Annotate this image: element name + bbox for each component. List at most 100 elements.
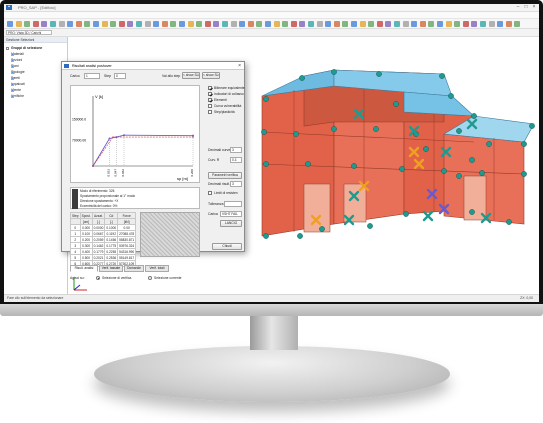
node-marker — [479, 170, 485, 176]
model-roof-right — [403, 91, 475, 117]
filter-label: Agisci su: — [70, 276, 85, 280]
node-marker — [423, 146, 429, 152]
node-marker — [319, 226, 325, 232]
option-checkbox[interactable] — [208, 92, 212, 96]
node-marker — [448, 93, 454, 99]
load-case-label: Carica — [208, 212, 218, 216]
close-button[interactable]: Chiudi — [212, 243, 242, 250]
node-marker — [261, 129, 267, 135]
option-label: Indicatori di collasso — [214, 92, 244, 96]
node-marker — [403, 211, 409, 217]
node-marker — [376, 71, 382, 77]
load-select[interactable]: 1 — [84, 73, 100, 79]
load-label: Carico — [70, 74, 80, 78]
option-checkbox[interactable] — [208, 110, 212, 114]
node-marker — [456, 173, 462, 179]
selection-current-radio[interactable] — [148, 276, 152, 280]
decimals-curve-input[interactable]: 3 — [230, 147, 242, 153]
decimals-curve-label: Decimali curve — [208, 148, 231, 152]
node-marker — [399, 166, 405, 172]
goto-step-label: Vai allo step — [162, 74, 181, 78]
app-window: ▪ PRO_SAP - [Edificio] – □ × FileModific… — [4, 4, 539, 302]
y-tick-label: 150000.0 — [72, 117, 86, 121]
results-tab[interactable]: Domande — [124, 265, 144, 272]
node-marker — [263, 161, 269, 167]
option-checkbox[interactable] — [208, 98, 212, 102]
curve-point — [92, 165, 94, 167]
node-marker — [299, 75, 305, 81]
results-tab[interactable]: Risult. analisi — [70, 265, 98, 272]
curve-r-label: Curv. R — [208, 158, 220, 162]
selection-verify-label: Selezione di verifica — [102, 276, 132, 280]
option-label: Elementi — [214, 98, 227, 102]
node-marker — [521, 171, 527, 177]
info-icon — [72, 189, 78, 209]
show-sld-button[interactable]: < show SLD — [182, 72, 200, 79]
node-marker — [506, 219, 512, 225]
dialog-close-icon[interactable]: × — [238, 62, 241, 70]
status-coordinates: ZX: 0,00 — [520, 296, 533, 300]
node-marker — [393, 101, 399, 107]
launch-button[interactable]: LANCIO — [220, 220, 242, 227]
node-marker — [486, 141, 492, 147]
info-line: Spostamento proporzionale al 1° modo — [80, 194, 136, 198]
decimals-results-input[interactable]: 3 — [230, 181, 242, 187]
step-results-table: Step Spost. Azzat. Cd Force [cm] [-] [-] [kN] 0 0.… — [70, 212, 137, 267]
x-axis-label: sp [m] — [177, 176, 188, 181]
curve-point — [192, 136, 194, 138]
curve-series — [92, 134, 194, 167]
resistance-limits-checkbox[interactable] — [208, 191, 212, 195]
tolerance-input[interactable] — [224, 201, 242, 207]
monitor-neck — [250, 316, 298, 350]
node-marker — [263, 96, 269, 102]
step-input[interactable]: 0 — [114, 73, 126, 79]
node-marker — [263, 233, 269, 239]
option-checkbox[interactable] — [208, 104, 212, 108]
selection-verify-radio[interactable] — [96, 276, 100, 280]
monitor-bezel: ▪ PRO_SAP - [Edificio] – □ × FileModific… — [0, 0, 543, 308]
model-column — [343, 183, 367, 223]
decimals-results-label: Decimali risult. — [208, 182, 231, 186]
results-tab[interactable]: Verif. totali — [145, 265, 169, 272]
node-marker — [373, 126, 379, 132]
dialog-title-text: Risultati analisi pushover — [72, 64, 112, 68]
node-marker — [331, 126, 337, 132]
option-checkbox[interactable] — [208, 86, 212, 90]
monitor-base — [94, 346, 450, 402]
info-line: Modo di riferimento: 326 — [80, 189, 115, 193]
node-marker — [293, 131, 299, 137]
verify-params-button[interactable]: Parametri verifica — [208, 172, 242, 179]
x-tick-label: 0.062 — [121, 169, 125, 177]
node-marker — [367, 223, 373, 229]
node-marker — [441, 168, 447, 174]
info-line: Eccentricità del carico: 0% — [80, 204, 118, 208]
curve-point — [112, 136, 114, 138]
hinge-marker — [422, 210, 434, 222]
table-empty-area — [140, 212, 200, 257]
dialog-icon — [64, 64, 69, 68]
curve-r-input[interactable]: 0.3 — [230, 157, 242, 163]
resistance-limits-label: Limiti di resisten — [214, 191, 238, 195]
option-label: Curva vulnerabilità — [214, 104, 242, 108]
tolerance-label: Tolleranza — [208, 202, 224, 206]
monitor-chin — [0, 304, 543, 316]
info-line: Direzione spostamento: +X — [80, 199, 119, 203]
y-tick-label: 70000.00 — [72, 138, 86, 142]
selection-current-label: Selezione corrente — [154, 276, 182, 280]
results-tab[interactable]: Verif. tassate — [99, 265, 123, 272]
status-bar: Fare clic sull'elemento da selezionare Z… — [4, 294, 539, 302]
node-marker — [331, 69, 337, 75]
option-label: Bilineare equivalente — [214, 86, 245, 90]
model-column — [303, 183, 331, 233]
load-case-input[interactable]: VSHT FAIL — [220, 211, 242, 217]
analysis-info-box: Modo di riferimento: 326 Spostamento pro… — [70, 187, 200, 209]
pushover-results-dialog: Risultati analisi pushover × Carico 1 St… — [61, 61, 245, 280]
show-slc-button[interactable]: < show SLC — [202, 72, 220, 79]
node-marker — [297, 233, 303, 239]
node-marker — [471, 113, 477, 119]
pushover-curve-svg: V [k] sp [m] 150000.0 70000.00 0.033 0.047 0.0… — [72, 94, 194, 181]
y-axis-label: V [k] — [95, 94, 103, 99]
node-marker — [305, 161, 311, 167]
node-marker — [439, 73, 445, 79]
status-message: Fare clic sull'elemento da selezionare — [7, 296, 64, 300]
